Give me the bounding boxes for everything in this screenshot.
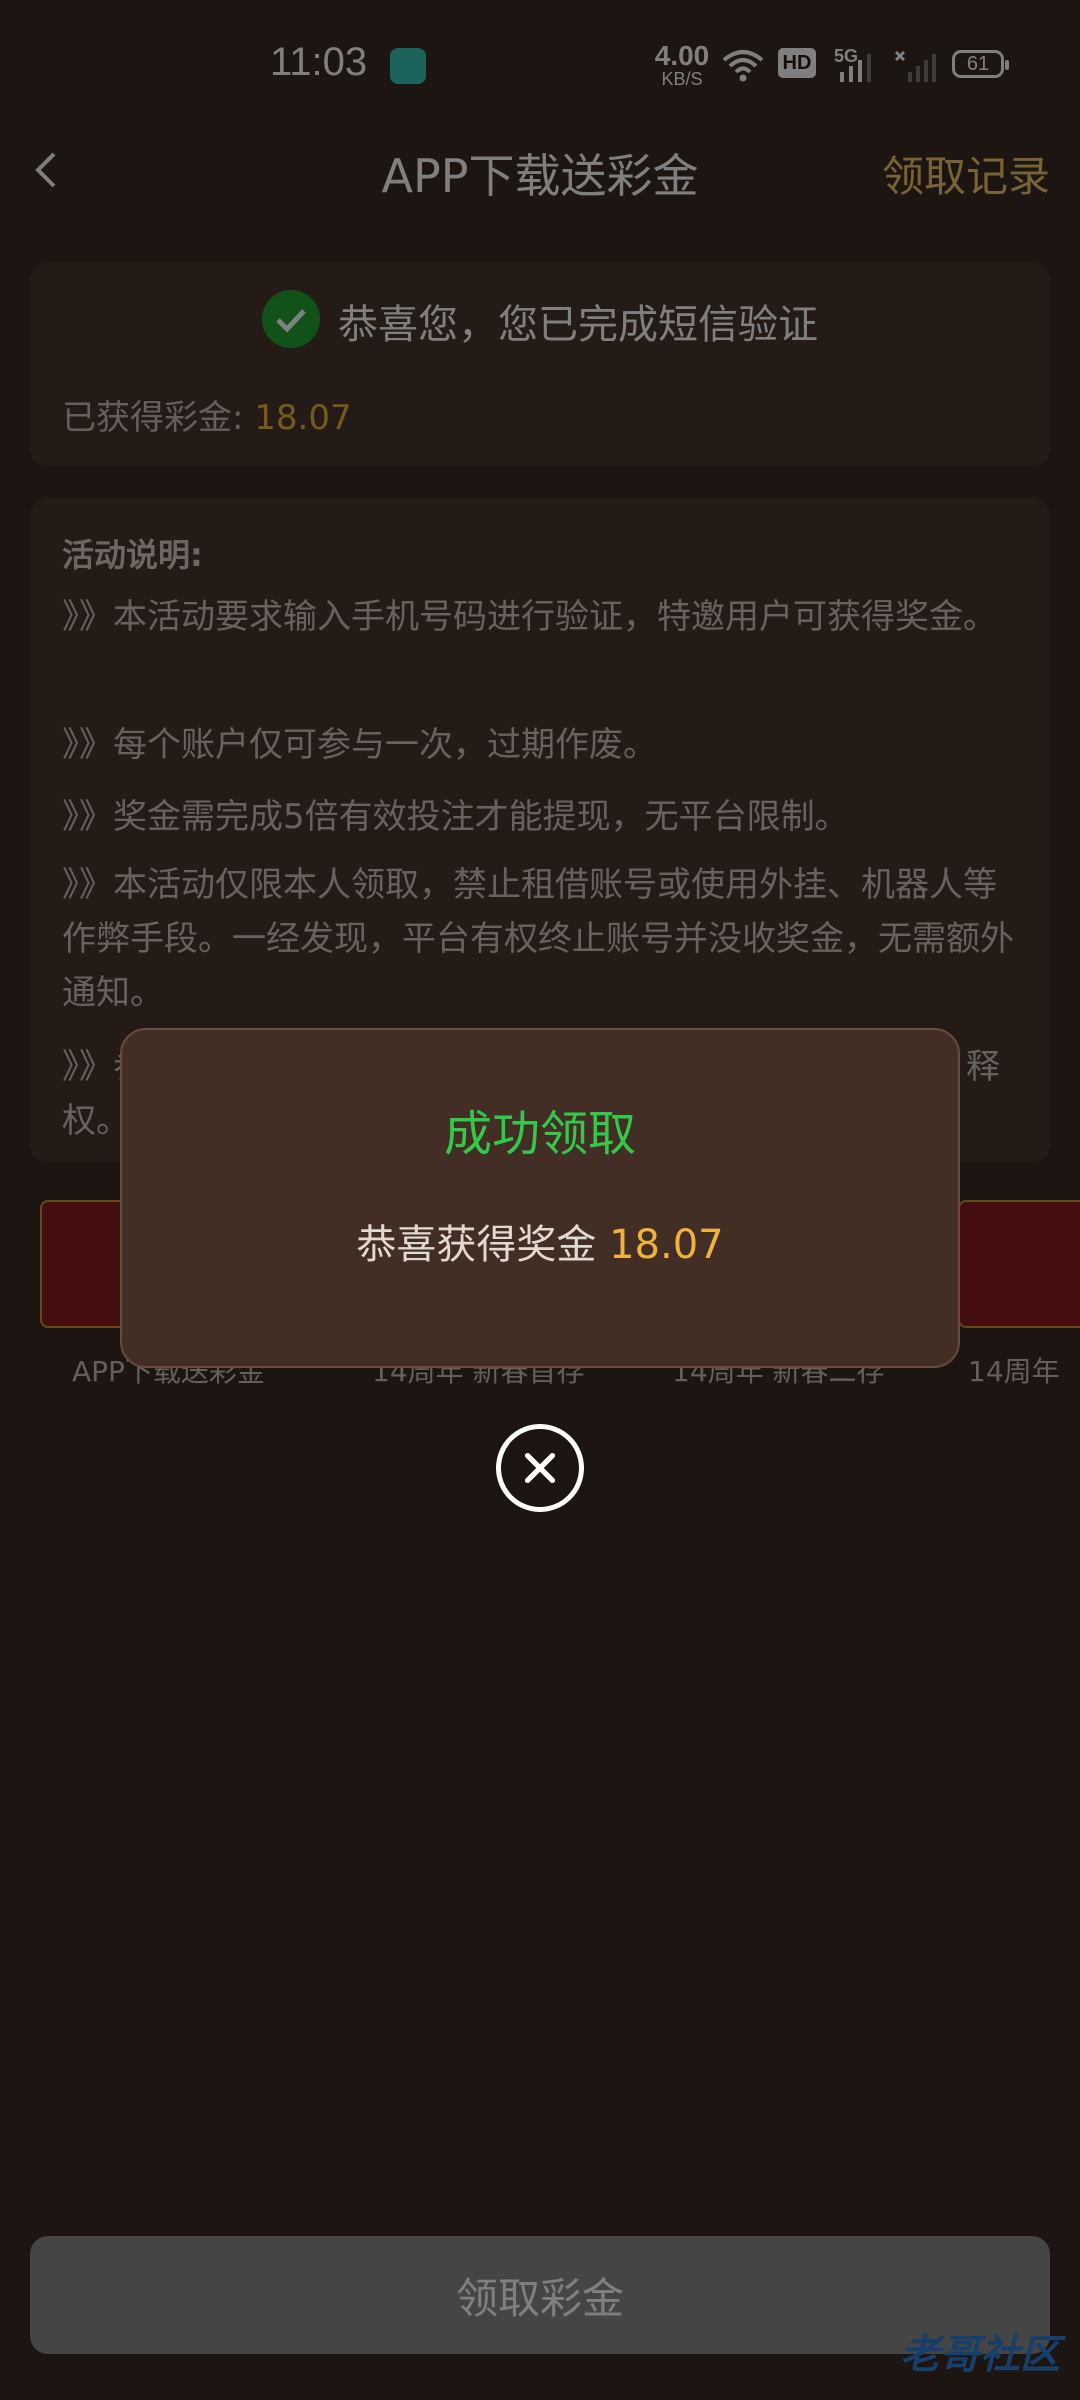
dialog-amount: 18.07 bbox=[609, 1222, 724, 1268]
dialog-title: 成功领取 bbox=[443, 1106, 636, 1162]
dialog-message: 恭喜获得奖金 18.07 bbox=[0, 1212, 1080, 1270]
close-icon[interactable] bbox=[496, 1424, 584, 1512]
dialog-message-text: 恭喜获得奖金 bbox=[356, 1222, 610, 1268]
success-dialog bbox=[120, 1028, 960, 1368]
